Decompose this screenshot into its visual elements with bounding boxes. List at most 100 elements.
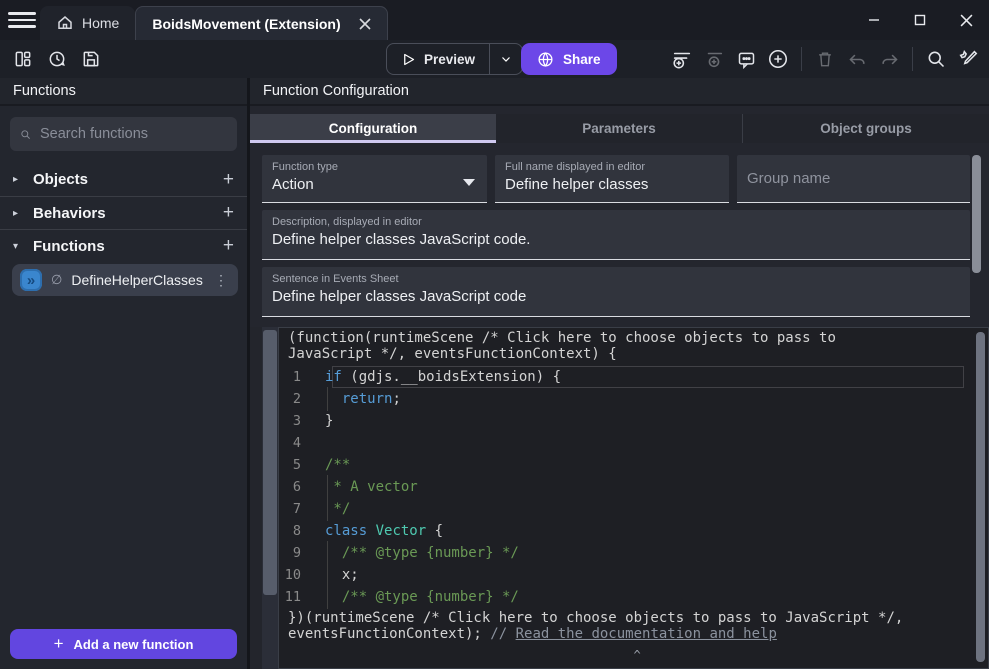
code-footer[interactable]: })(runtimeScene /* Click here to choose … <box>279 608 988 642</box>
main-menu-button[interactable] <box>8 8 36 32</box>
code-token: * A vector <box>325 479 418 495</box>
caret-indicator: ^ <box>634 648 641 662</box>
undo-button[interactable] <box>842 44 872 74</box>
code-token: Vector <box>376 523 427 539</box>
add-objects-button[interactable]: + <box>223 169 234 191</box>
redo-button[interactable] <box>874 44 904 74</box>
delete-button[interactable] <box>810 44 840 74</box>
code-content: /** @type {number} */ <box>325 542 988 564</box>
group-name-field[interactable]: Group name <box>737 155 970 203</box>
function-item-definehelperclasses[interactable]: » ∅ DefineHelperClasses ⋮ <box>12 264 238 296</box>
form-scrollbar[interactable] <box>972 155 981 273</box>
code-token: ; <box>392 391 400 407</box>
code-token: if <box>325 369 342 385</box>
code-line[interactable]: 1if (gdjs.__boidsExtension) { <box>279 366 988 388</box>
toggle-panels-button[interactable] <box>8 44 38 74</box>
window-close-button[interactable] <box>943 0 989 40</box>
configuration-tabs: ConfigurationParametersObject groups <box>250 114 989 143</box>
plus-circle-icon <box>767 48 789 70</box>
toolbar-divider <box>912 47 913 71</box>
sentence-field[interactable]: Sentence in Events Sheet Define helper c… <box>262 267 970 317</box>
code-line[interactable]: 11 /** @type {number} */ <box>279 586 988 608</box>
code-line[interactable]: 9 /** @type {number} */ <box>279 542 988 564</box>
add-functions-button[interactable]: + <box>223 235 234 257</box>
indent-guide <box>327 475 328 499</box>
code-line[interactable]: 3} <box>279 410 988 432</box>
tab-close-button[interactable] <box>359 18 371 30</box>
code-line[interactable]: 6 * A vector <box>279 476 988 498</box>
add-event-button[interactable] <box>667 44 697 74</box>
function-item-label: DefineHelperClasses <box>71 272 203 288</box>
code-editor-area: (function(runtimeScene /* Click here to … <box>250 327 989 669</box>
code-token: */ <box>325 501 350 517</box>
tree-section-objects[interactable]: ▸Objects+ <box>0 163 247 196</box>
code-left-scrollbar-thumb[interactable] <box>263 330 277 595</box>
code-header[interactable]: (function(runtimeScene /* Click here to … <box>279 328 988 362</box>
add-subevent-button[interactable] <box>699 44 729 74</box>
code-token: { <box>426 523 443 539</box>
code-line[interactable]: 8class Vector { <box>279 520 988 542</box>
save-button[interactable] <box>76 44 106 74</box>
share-button[interactable]: Share <box>521 43 617 75</box>
tab-boidsmovement-extension[interactable]: BoidsMovement (Extension) <box>135 6 387 40</box>
window-minimize-button[interactable] <box>851 0 897 40</box>
chevron-collapsed-icon: ▸ <box>13 174 23 185</box>
tree-section-functions[interactable]: ▾Functions+ <box>0 229 247 262</box>
search-icon <box>926 49 946 69</box>
description-field[interactable]: Description, displayed in editor Define … <box>262 210 970 260</box>
tree-section-behaviors[interactable]: ▸Behaviors+ <box>0 196 247 229</box>
search-events-button[interactable] <box>921 44 951 74</box>
code-scrollbar-thumb[interactable] <box>976 332 985 662</box>
function-type-select[interactable]: Function type Action <box>262 155 487 203</box>
toolbar-divider <box>801 47 802 71</box>
indent-guide <box>327 497 328 521</box>
indent-guide <box>327 563 328 587</box>
add-function-button[interactable]: + Add a new function <box>10 629 237 659</box>
search-functions-input[interactable] <box>40 126 227 142</box>
functions-sidebar: Functions ▸Objects+▸Behaviors+▾Functions… <box>0 78 247 669</box>
code-token: })(runtimeScene /* Click here to choose … <box>288 610 903 626</box>
code-token: x; <box>325 567 359 583</box>
share-label: Share <box>563 52 601 67</box>
add-subevent-icon <box>703 48 725 70</box>
code-line[interactable]: 7 */ <box>279 498 988 520</box>
window-maximize-button[interactable] <box>897 0 943 40</box>
history-button[interactable] <box>42 44 72 74</box>
code-line[interactable]: 10 x; <box>279 564 988 586</box>
search-functions-box[interactable] <box>10 117 237 151</box>
code-footer-line: eventsFunctionContext); // Read the docu… <box>288 626 978 642</box>
tab-home[interactable]: Home <box>40 6 135 40</box>
code-content: */ <box>325 498 988 520</box>
code-line[interactable]: 4 <box>279 432 988 454</box>
group-name-placeholder: Group name <box>747 170 830 187</box>
preview-button[interactable]: Preview <box>386 43 523 75</box>
line-number: 5 <box>279 457 325 473</box>
function-icon: » <box>20 269 42 291</box>
hamburger-icon <box>8 25 36 28</box>
add-comment-button[interactable] <box>731 44 761 74</box>
tab-parameters[interactable]: Parameters <box>496 114 742 143</box>
item-options-button[interactable]: ⋮ <box>212 272 230 289</box>
code-line[interactable]: 5/** <box>279 454 988 476</box>
tab-configuration[interactable]: Configuration <box>250 114 496 143</box>
add-behaviors-button[interactable]: + <box>223 202 234 224</box>
add-element-button[interactable] <box>763 44 793 74</box>
code-line[interactable]: 2 return; <box>279 388 988 410</box>
indent-guide <box>327 585 328 609</box>
line-number: 8 <box>279 523 325 539</box>
javascript-code-editor[interactable]: (function(runtimeScene /* Click here to … <box>278 327 989 669</box>
dropdown-arrow-icon <box>463 179 475 186</box>
panel-title: Function Configuration <box>250 78 989 106</box>
tab-object-groups[interactable]: Object groups <box>742 114 989 143</box>
layout-panels-icon <box>13 49 33 69</box>
hamburger-icon <box>8 12 36 15</box>
preview-main-action[interactable]: Preview <box>387 44 489 74</box>
line-number: 3 <box>279 413 325 429</box>
code-content: * A vector <box>325 476 988 498</box>
documentation-link[interactable]: Read the documentation and help <box>516 626 777 642</box>
full-name-field[interactable]: Full name displayed in editor Define hel… <box>495 155 729 203</box>
code-lines[interactable]: 1if (gdjs.__boidsExtension) {2 return;3}… <box>279 366 988 608</box>
edit-extension-button[interactable] <box>953 44 983 74</box>
line-number: 10 <box>279 567 325 583</box>
preview-options-button[interactable] <box>489 44 522 74</box>
